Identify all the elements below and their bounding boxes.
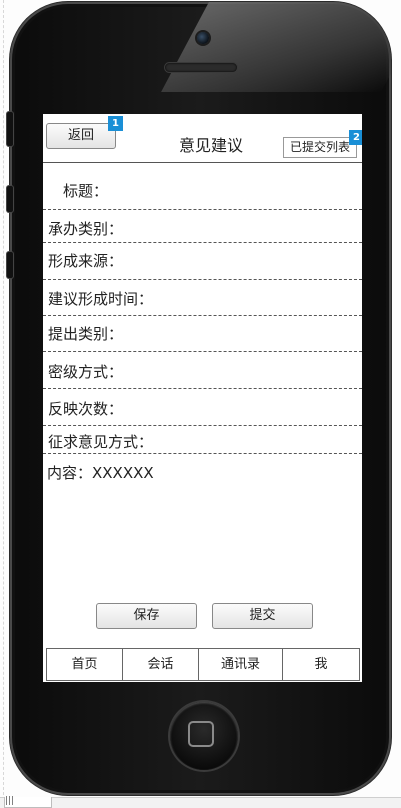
speaker-grille — [165, 63, 237, 72]
field-separator — [43, 279, 362, 280]
app-screen: 返回 1 意见建议 已提交列表 2 标题： 承办类别： 形成来源： 建议形成时间… — [43, 114, 362, 682]
glass-reflection — [161, 2, 391, 92]
field-separator — [43, 351, 362, 352]
page-guide-line — [3, 0, 4, 795]
header-divider — [43, 162, 362, 163]
save-button[interactable]: 保存 — [96, 603, 197, 629]
mute-switch — [7, 112, 13, 146]
field-separator — [43, 315, 362, 316]
form-field-proposal-category[interactable]: 提出类别： — [48, 323, 362, 344]
form-field-confidentiality[interactable]: 密级方式： — [48, 361, 362, 382]
home-square-icon — [188, 721, 214, 747]
submitted-list-button[interactable]: 已提交列表 — [283, 137, 357, 158]
back-button[interactable]: 返回 — [46, 123, 116, 149]
volume-down-button — [7, 252, 13, 278]
field-separator — [43, 242, 362, 243]
content-field[interactable]: 内容：XXXXXX — [47, 462, 362, 483]
bottom-tab-strip — [0, 797, 401, 808]
form-field-consultation-method[interactable]: 征求意见方式： — [48, 431, 362, 452]
field-separator — [43, 388, 362, 389]
annotation-badge-2: 2 — [349, 130, 362, 145]
bottom-tab-bar: 首页 会话 通讯录 我 — [46, 648, 360, 681]
tab-home[interactable]: 首页 — [47, 649, 123, 680]
tab-chats[interactable]: 会话 — [123, 649, 199, 680]
tab-label: ||| — [5, 796, 15, 806]
annotation-badge-1: 1 — [108, 116, 123, 131]
form-field-formation-time[interactable]: 建议形成时间： — [48, 288, 362, 309]
tab-contacts[interactable]: 通讯录 — [199, 649, 283, 680]
front-camera-icon — [197, 32, 209, 44]
form-field-title[interactable]: 标题： — [63, 180, 362, 201]
submit-button[interactable]: 提交 — [212, 603, 313, 629]
form-field-source[interactable]: 形成来源： — [48, 250, 362, 271]
bottom-tab[interactable]: ||| — [4, 797, 52, 808]
volume-up-button — [7, 186, 13, 212]
field-separator — [43, 453, 362, 454]
form-field-handling-category[interactable]: 承办类别： — [48, 218, 362, 239]
tab-me[interactable]: 我 — [283, 649, 359, 680]
field-separator — [43, 209, 362, 210]
form-field-report-count[interactable]: 反映次数： — [48, 398, 362, 419]
page-title: 意见建议 — [178, 136, 243, 155]
field-separator — [43, 425, 362, 426]
